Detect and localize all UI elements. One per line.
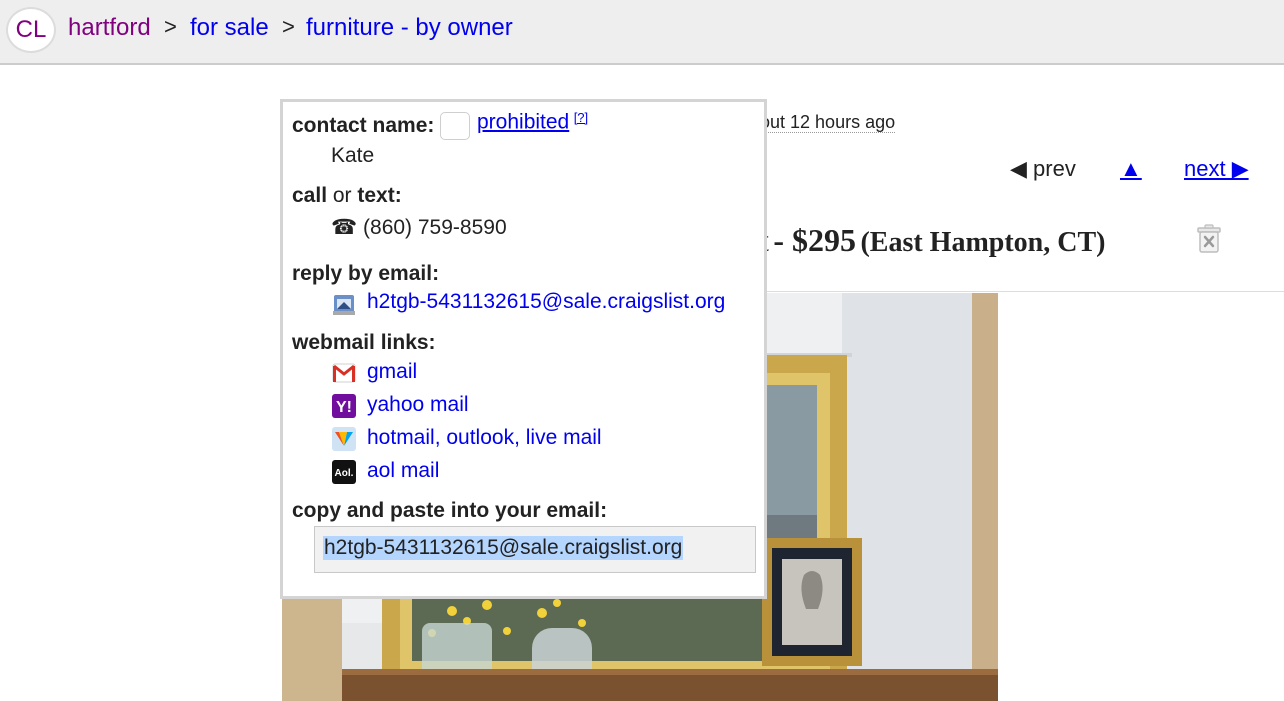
copy-email-selected-text[interactable]: h2tgb-5431132615@sale.craigslist.org — [323, 536, 684, 560]
back-to-search-button[interactable]: ▲ — [1120, 156, 1142, 182]
prev-button[interactable]: ◀ prev — [1010, 156, 1076, 182]
breadcrumb-furniture-by-owner[interactable]: furniture - by owner — [306, 14, 513, 42]
call-label: call — [292, 184, 328, 207]
breadcrumb-separator: > — [164, 14, 177, 39]
gmail-link[interactable]: gmail — [367, 360, 417, 384]
phone-row: ☎ (860) 759-8590 — [331, 215, 507, 240]
reply-email-link[interactable]: h2tgb-5431132615@sale.craigslist.org — [367, 290, 725, 314]
posted-time: out 12 hours ago — [760, 112, 896, 133]
hotmail-outlook-live-mail-link[interactable]: hotmail, outlook, live mail — [367, 426, 602, 450]
gmail-icon — [332, 363, 356, 383]
or-label: or — [327, 184, 358, 207]
top-bar: CL hartford > for sale > furniture - by … — [0, 0, 1284, 65]
contact-name-label: contact name: — [292, 114, 435, 137]
contact-name-value: Kate — [331, 144, 375, 167]
posting-title: t - $295 (East Hampton, CT) — [760, 222, 1105, 259]
title-divider — [760, 291, 1284, 292]
yahoo-icon: Y! — [332, 394, 356, 418]
hotmail-icon — [332, 427, 356, 451]
reply-by-email-label: reply by email: — [292, 262, 440, 285]
copy-paste-label: copy and paste into your email: — [292, 499, 608, 522]
breadcrumb-for-sale[interactable]: for sale — [190, 14, 269, 42]
text-label: text: — [357, 184, 402, 207]
posting-location: (East Hampton, CT) — [860, 227, 1106, 258]
breadcrumb-separator: > — [282, 14, 295, 39]
aol-icon: Aol. — [332, 460, 356, 484]
contact-name-hidden-field — [440, 112, 470, 140]
posting-price: - $295 — [773, 222, 856, 258]
email-icon — [333, 295, 355, 315]
contact-info-popup: contact name: prohibited [?] Kate call o… — [280, 99, 767, 599]
phone-icon: ☎ — [331, 216, 358, 239]
svg-text:Y!: Y! — [336, 399, 352, 416]
aol-mail-link[interactable]: aol mail — [367, 459, 439, 483]
copy-email-field[interactable]: h2tgb-5431132615@sale.craigslist.org — [314, 526, 756, 573]
svg-text:Aol.: Aol. — [335, 468, 354, 479]
next-button[interactable]: next ▶ — [1184, 156, 1249, 182]
call-or-text-heading: call or text: — [292, 184, 402, 208]
craigslist-logo[interactable]: CL — [6, 7, 56, 53]
posted-time-text: out 12 hours ago — [760, 112, 896, 133]
yahoo-mail-link[interactable]: yahoo mail — [367, 393, 469, 417]
prohibited-link[interactable]: prohibited — [477, 110, 569, 133]
phone-number: (860) 759-8590 — [363, 216, 507, 239]
breadcrumb-hartford[interactable]: hartford — [68, 14, 151, 42]
help-link[interactable]: [?] — [574, 110, 588, 125]
webmail-links-label: webmail links: — [292, 331, 436, 354]
trash-x-icon[interactable] — [1196, 224, 1222, 254]
